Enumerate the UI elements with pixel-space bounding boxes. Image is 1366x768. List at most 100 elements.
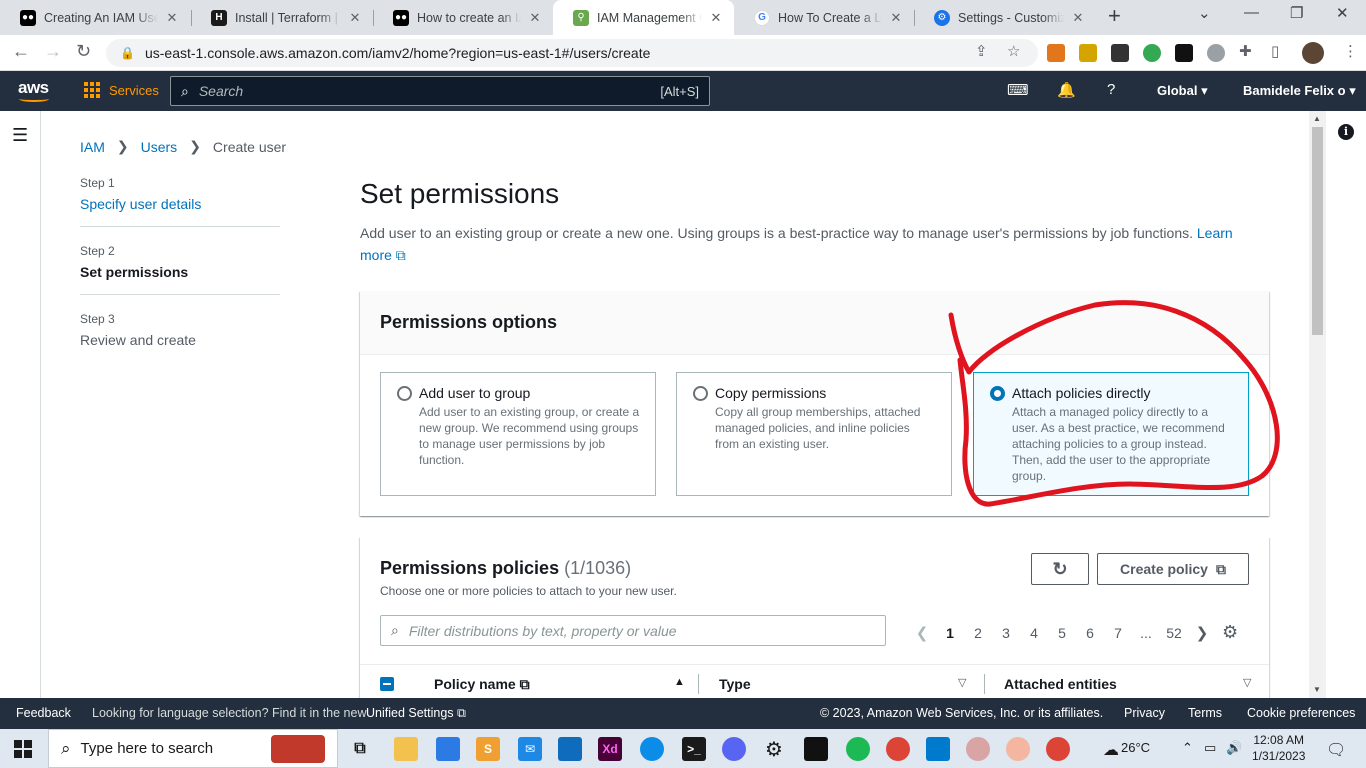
scrollbar-thumb[interactable]	[1312, 127, 1323, 335]
breadcrumb-users[interactable]: Users	[141, 139, 178, 155]
option-attach-policies-directly[interactable]: Attach policies directly Attach a manage…	[973, 372, 1249, 496]
browser-tab[interactable]: G How To Create a Load ✕	[734, 0, 914, 35]
browser-tab-active[interactable]: ⚲ IAM Management Con ✕	[553, 0, 734, 35]
bookmark-star-icon[interactable]: ☆	[1007, 42, 1020, 60]
radio-button[interactable]	[397, 386, 412, 401]
column-policy-name[interactable]: Policy name ⧉	[434, 676, 530, 693]
cookie-preferences-link[interactable]: Cookie preferences	[1247, 706, 1355, 720]
region-selector[interactable]: Global ▾	[1157, 83, 1208, 99]
back-arrow-icon[interactable]: ←	[12, 41, 30, 62]
mail-icon[interactable]: ✉	[518, 737, 542, 761]
pagination-prev-icon[interactable]: ❮	[908, 624, 936, 642]
new-tab-button[interactable]: +	[1108, 3, 1121, 29]
weather-icon[interactable]: ☁	[1103, 740, 1119, 760]
services-menu-button[interactable]: Services	[84, 82, 159, 98]
column-divider[interactable]	[698, 674, 699, 694]
preferences-gear-icon[interactable]: ⚙	[1222, 622, 1238, 643]
forward-arrow-icon[interactable]: →	[44, 41, 62, 62]
reload-icon[interactable]: ↻	[76, 41, 91, 62]
metamask-extension-icon[interactable]	[1047, 44, 1065, 62]
sublime-text-icon[interactable]: S	[476, 737, 500, 761]
page-number[interactable]: 52	[1160, 625, 1188, 641]
menu-kebab-icon[interactable]: ⋮	[1343, 42, 1358, 60]
terms-link[interactable]: Terms	[1188, 706, 1222, 720]
close-tab-icon[interactable]: ✕	[1070, 10, 1086, 26]
page-number[interactable]: 3	[992, 625, 1020, 641]
browser-tab[interactable]: ⚙ Settings - Customize ✕	[914, 0, 1096, 35]
taskbar-search-input[interactable]: ⌕ Type here to search	[48, 729, 338, 768]
page-number[interactable]: 5	[1048, 625, 1076, 641]
browser-tab[interactable]: H Install | Terraform | Hashi ✕	[191, 0, 373, 35]
chrome-icon[interactable]	[886, 737, 910, 761]
app-icon[interactable]	[966, 737, 990, 761]
close-tab-icon[interactable]: ✕	[164, 10, 180, 26]
tray-chevron-up-icon[interactable]: ⌃	[1182, 740, 1193, 756]
address-bar[interactable]: 🔒 us-east-1.console.aws.amazon.com/iamv2…	[106, 39, 1038, 67]
terminal-icon[interactable]: >_	[682, 737, 706, 761]
privacy-link[interactable]: Privacy	[1124, 706, 1165, 720]
breadcrumb-iam[interactable]: IAM	[80, 139, 105, 155]
adobe-xd-icon[interactable]: Xd	[598, 737, 622, 761]
console-search-input[interactable]: ⌕ Search [Alt+S]	[170, 76, 710, 106]
edge-icon[interactable]	[640, 737, 664, 761]
weather-temperature[interactable]: 26°C	[1121, 740, 1150, 755]
close-tab-icon[interactable]: ✕	[527, 10, 543, 26]
app-icon[interactable]	[1006, 737, 1030, 761]
account-menu[interactable]: Bamidele Felix o ▾	[1243, 83, 1356, 99]
vertical-scrollbar[interactable]: ▲ ▼	[1309, 111, 1326, 698]
hamburger-menu-icon[interactable]: ☰	[12, 125, 28, 146]
radio-button[interactable]	[693, 386, 708, 401]
tab-search-chevron-icon[interactable]: ⌄	[1198, 4, 1211, 22]
microsoft-store-icon[interactable]	[436, 737, 460, 761]
sort-filter-icon[interactable]: ▽	[1243, 676, 1251, 689]
close-window-icon[interactable]: ✕	[1336, 4, 1349, 22]
share-icon[interactable]: ⇪	[975, 42, 988, 60]
scroll-up-arrow-icon[interactable]: ▲	[1313, 114, 1321, 123]
info-icon[interactable]: i	[1338, 124, 1354, 140]
app-icon[interactable]	[558, 737, 582, 761]
close-tab-icon[interactable]: ✕	[888, 10, 904, 26]
volume-icon[interactable]: 🔊	[1226, 740, 1242, 756]
chrome-icon[interactable]	[1046, 737, 1070, 761]
page-number[interactable]: 2	[964, 625, 992, 641]
page-number-current[interactable]: 1	[936, 625, 964, 641]
sort-filter-icon[interactable]: ▽	[958, 676, 966, 689]
sort-ascending-icon[interactable]: ▲	[674, 676, 685, 688]
battery-icon[interactable]: ▭	[1204, 740, 1216, 756]
minimize-icon[interactable]: —	[1244, 4, 1259, 21]
close-tab-icon[interactable]: ✕	[708, 10, 724, 26]
puzzle-extensions-icon[interactable]: ✚	[1239, 42, 1252, 60]
notifications-bell-icon[interactable]: 🔔	[1057, 81, 1076, 99]
extension-icon[interactable]	[1111, 44, 1129, 62]
scroll-down-arrow-icon[interactable]: ▼	[1313, 685, 1321, 694]
pagination-next-icon[interactable]: ❯	[1188, 624, 1216, 642]
close-tab-icon[interactable]: ✕	[347, 10, 363, 26]
side-panel-icon[interactable]: ▯	[1271, 42, 1279, 60]
extension-icon[interactable]	[1079, 44, 1097, 62]
option-add-user-to-group[interactable]: Add user to group Add user to an existin…	[380, 372, 656, 496]
windows-start-icon[interactable]	[14, 740, 32, 758]
refresh-button[interactable]: ↻	[1031, 553, 1089, 585]
create-policy-button[interactable]: Create policy ⧉	[1097, 553, 1249, 585]
extension-icon[interactable]	[1207, 44, 1225, 62]
system-clock[interactable]: 12:08 AM 1/31/2023	[1252, 732, 1305, 764]
column-type[interactable]: Type	[719, 676, 751, 692]
cloudshell-icon[interactable]: ⌨	[1007, 81, 1029, 99]
browser-tab[interactable]: ●● Creating An IAM User ✕	[0, 0, 190, 35]
spotify-icon[interactable]	[846, 737, 870, 761]
extension-icon[interactable]	[1175, 44, 1193, 62]
page-number[interactable]: 6	[1076, 625, 1104, 641]
file-explorer-icon[interactable]	[394, 737, 418, 761]
radio-button-selected[interactable]	[990, 386, 1005, 401]
profile-avatar[interactable]	[1302, 42, 1324, 64]
step-title-link[interactable]: Specify user details	[80, 196, 280, 212]
restore-icon[interactable]: ❐	[1290, 4, 1303, 22]
settings-gear-icon[interactable]: ⚙	[762, 737, 786, 761]
vscode-icon[interactable]	[926, 737, 950, 761]
select-all-checkbox[interactable]	[380, 677, 394, 691]
browser-tab[interactable]: ●● How to create an IAM ✕	[373, 0, 553, 35]
unified-settings-link[interactable]: Unified Settings ⧉	[366, 706, 466, 721]
feedback-link[interactable]: Feedback	[16, 706, 71, 720]
page-number[interactable]: 7	[1104, 625, 1132, 641]
notification-center-icon[interactable]: 🗨	[1326, 740, 1346, 760]
